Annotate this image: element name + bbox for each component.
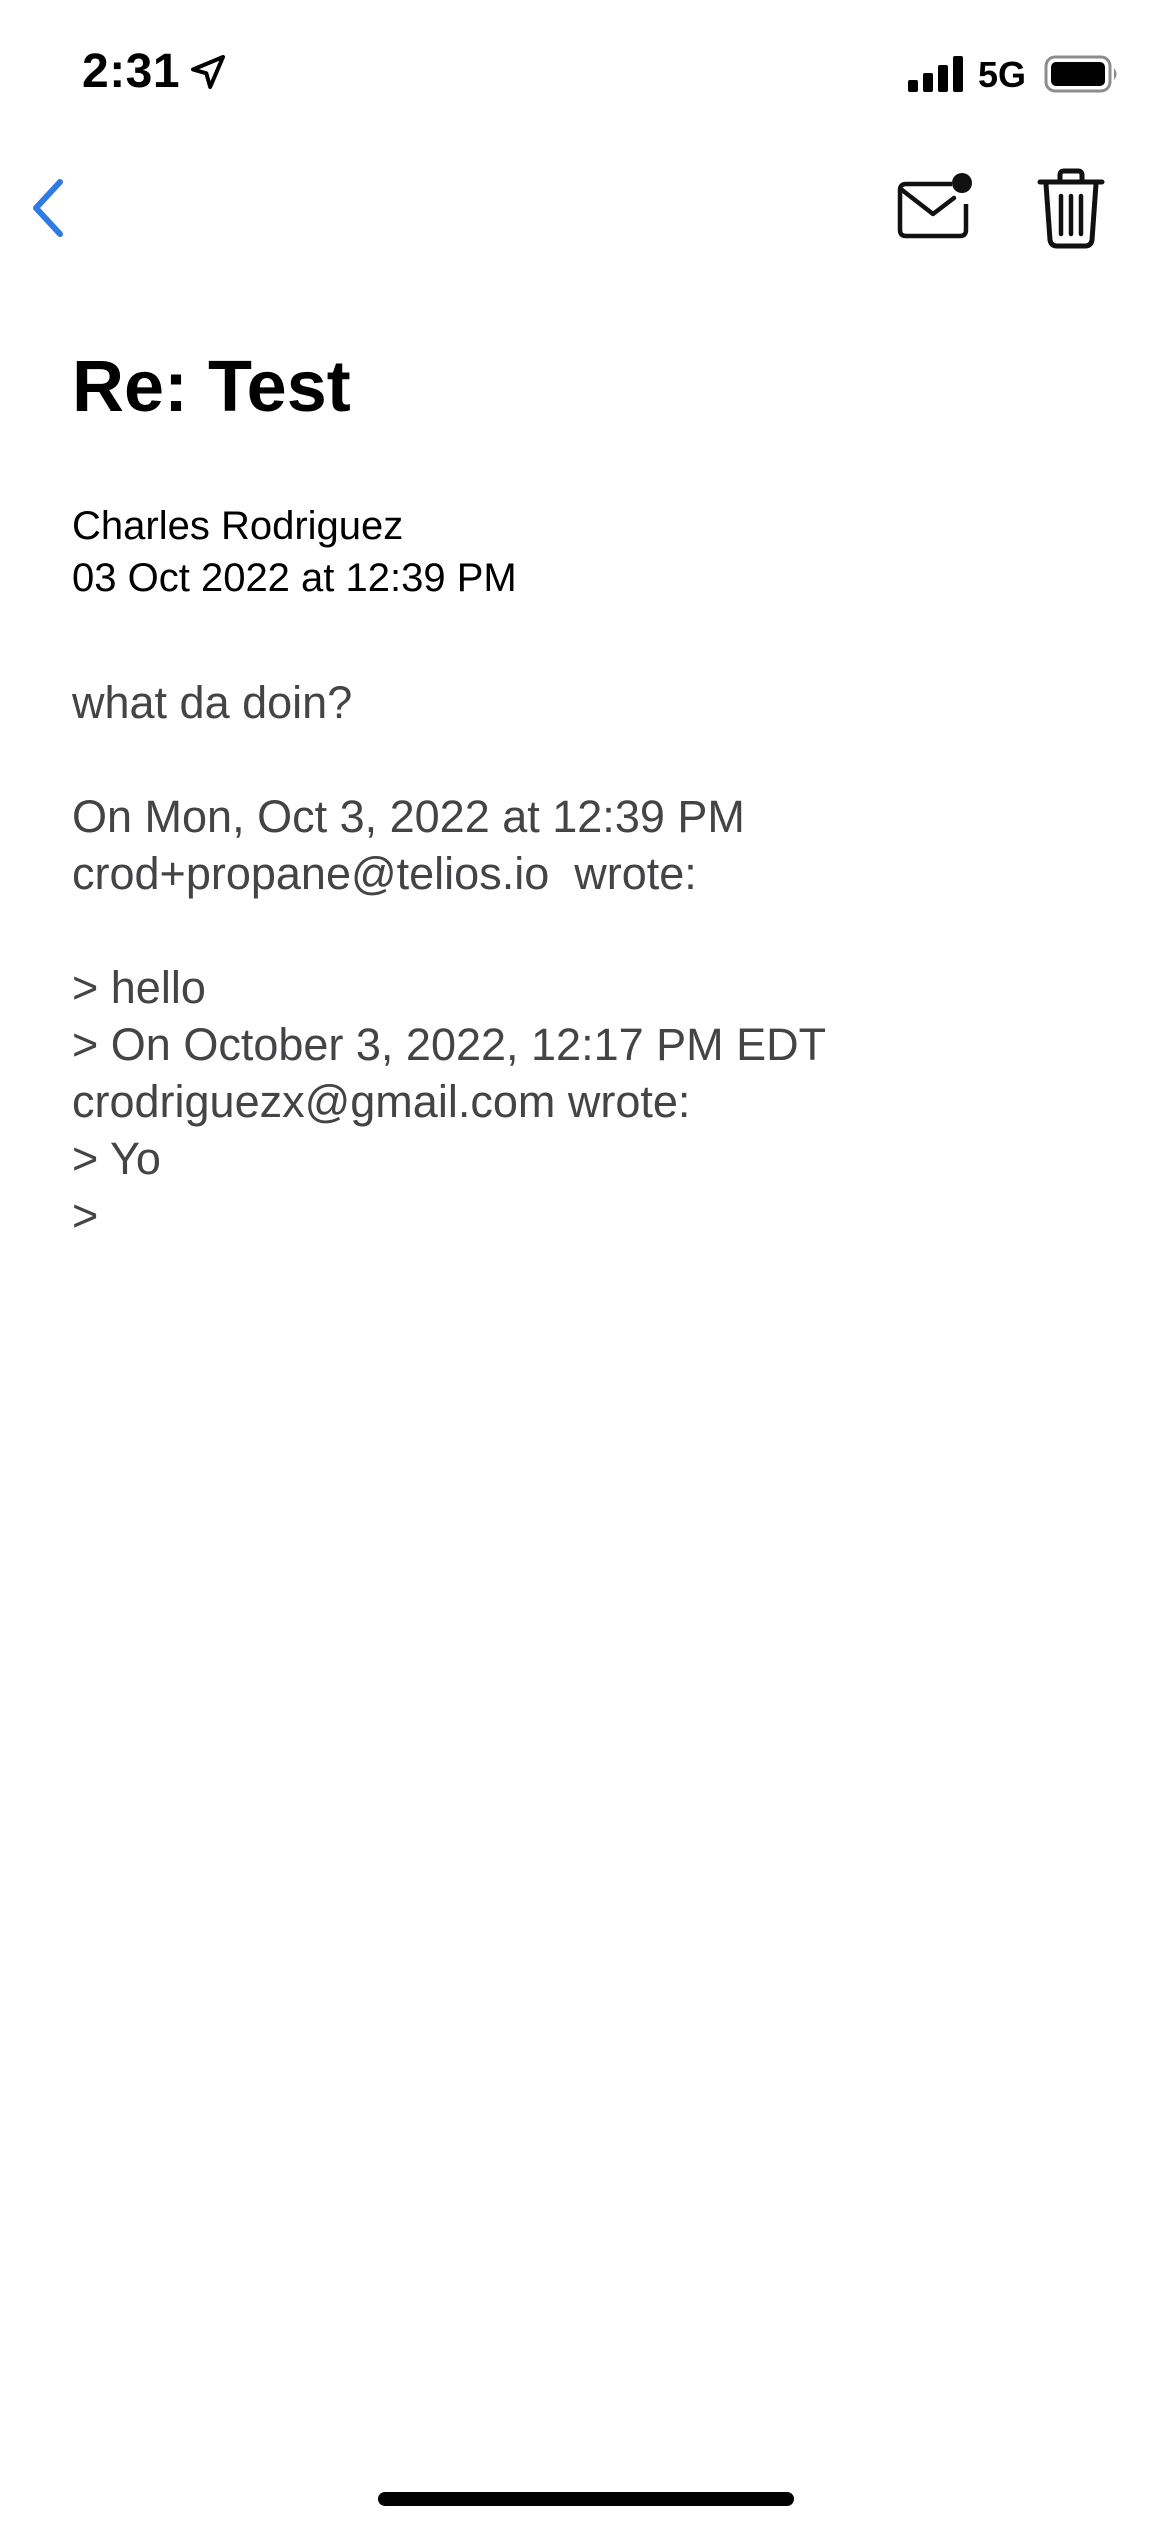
body-line: >	[72, 1190, 99, 1241]
email-sender[interactable]: Charles Rodriguez	[72, 500, 517, 552]
delete-button[interactable]	[1036, 166, 1106, 250]
back-button[interactable]	[18, 170, 78, 246]
status-bar: 2:31 5G	[0, 0, 1170, 150]
body-line: > Yo	[72, 1133, 161, 1184]
body-line: On Mon, Oct 3, 2022 at 12:39 PM	[72, 791, 745, 842]
email-detail-screen: 2:31 5G Re: Test Charles Rodriguez 03 Oc…	[0, 0, 1170, 2532]
mark-unread-button[interactable]	[896, 170, 976, 246]
body-line: what da doin?	[72, 677, 353, 728]
body-line: crod+propane@telios.io wrote:	[72, 848, 697, 899]
body-line: > On October 3, 2022, 12:17 PM EDT	[72, 1019, 827, 1070]
chevron-left-icon	[33, 179, 63, 237]
trash-icon	[1037, 168, 1105, 249]
status-time: 2:31	[82, 45, 181, 98]
email-meta: Charles Rodriguez 03 Oct 2022 at 12:39 P…	[72, 500, 517, 604]
email-subject: Re: Test	[72, 347, 351, 427]
body-line	[72, 902, 1112, 959]
body-line: crodriguezx@gmail.com wrote:	[72, 1076, 691, 1127]
location-arrow-icon	[191, 55, 225, 89]
signal-bars-icon	[908, 56, 963, 92]
email-body: what da doin? On Mon, Oct 3, 2022 at 12:…	[72, 674, 1112, 1244]
battery-icon	[1044, 55, 1117, 93]
body-line: > hello	[72, 962, 206, 1013]
network-type: 5G	[978, 54, 1027, 95]
home-indicator[interactable]	[378, 2492, 794, 2506]
body-line	[72, 731, 1112, 788]
mail-unread-icon	[897, 173, 972, 239]
email-date: 03 Oct 2022 at 12:39 PM	[72, 556, 517, 600]
